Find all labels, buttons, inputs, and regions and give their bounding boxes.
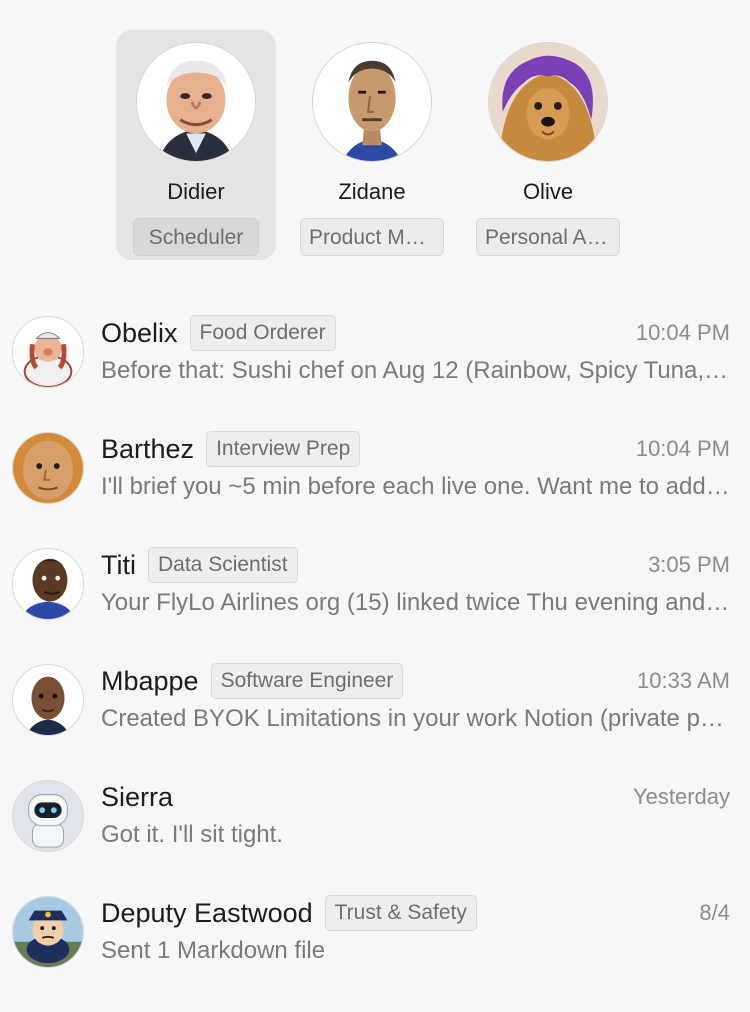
timestamp: 8/4: [699, 900, 730, 925]
message-preview: Created BYOK Limitations in your work No…: [101, 705, 730, 732]
message-preview: Your FlyLo Airlines org (15) linked twic…: [101, 589, 730, 616]
pinned-name: Didier: [167, 179, 225, 204]
conversation-name: Deputy Eastwood: [101, 897, 313, 928]
conversation-row-titi[interactable]: Titi Data Scientist 3:05 PM Your FlyLo A…: [0, 532, 750, 648]
timestamp: 10:04 PM: [635, 436, 730, 461]
pinned-contact-didier[interactable]: Didier Scheduler: [116, 30, 276, 260]
conversation-name: Sierra: [101, 781, 174, 812]
message-preview: Got it. I'll sit tight.: [101, 821, 283, 848]
pinned-role-tag: Product Manager: [300, 218, 444, 256]
timestamp: Yesterday: [632, 784, 730, 809]
timestamp: 10:33 AM: [637, 668, 730, 693]
role-tag: Data Scientist: [148, 547, 298, 583]
conversation-row-deputy-eastwood[interactable]: Deputy Eastwood Trust & Safety 8/4 Sent …: [0, 880, 750, 996]
pinned-name: Zidane: [338, 179, 406, 204]
conversation-row-obelix[interactable]: Obelix Food Orderer 10:04 PM Before that…: [0, 300, 750, 416]
olive-avatar: [488, 42, 608, 162]
message-preview: Before that: Sushi chef on Aug 12 (Rainb…: [101, 357, 730, 384]
sierra-avatar: [12, 780, 84, 852]
pinned-name: Olive: [522, 179, 574, 204]
role-tag: Food Orderer: [189, 315, 336, 351]
message-preview: Sent 1 Markdown file: [101, 937, 326, 964]
zidane-avatar: [312, 42, 432, 162]
timestamp: 10:04 PM: [635, 320, 730, 345]
pinned-contact-zidane[interactable]: Zidane Product Manager: [292, 30, 452, 260]
role-tag: Trust & Safety: [324, 895, 477, 931]
pinned-contact-olive[interactable]: Olive Personal Assistant: [468, 30, 628, 260]
conversation-name: Mbappe: [101, 665, 199, 696]
conversation-name: Obelix: [101, 317, 178, 348]
role-tag: Software Engineer: [210, 663, 404, 699]
obelix-avatar: [12, 316, 84, 388]
message-preview: I'll brief you ~5 min before each live o…: [101, 473, 730, 500]
didier-avatar: [136, 42, 256, 162]
conversation-name: Barthez: [101, 433, 195, 464]
conversation-list: Obelix Food Orderer 10:04 PM Before that…: [0, 300, 750, 996]
pinned-contacts: Didier Scheduler Zidane Product Manager: [116, 30, 644, 260]
conversation-row-barthez[interactable]: Barthez Interview Prep 10:04 PM I'll bri…: [0, 416, 750, 532]
conversation-row-sierra[interactable]: Sierra Yesterday Got it. I'll sit tight.: [0, 764, 750, 880]
timestamp: 3:05 PM: [648, 552, 730, 577]
pinned-role-tag: Personal Assistant: [476, 218, 620, 256]
barthez-avatar: [12, 432, 84, 504]
eastwood-avatar: [12, 896, 84, 968]
mbappe-avatar: [12, 664, 84, 736]
pinned-role-tag: Scheduler: [133, 218, 259, 256]
conversation-row-mbappe[interactable]: Mbappe Software Engineer 10:33 AM Create…: [0, 648, 750, 764]
titi-avatar: [12, 548, 84, 620]
conversation-name: Titi: [101, 549, 136, 580]
role-tag: Interview Prep: [206, 431, 361, 467]
